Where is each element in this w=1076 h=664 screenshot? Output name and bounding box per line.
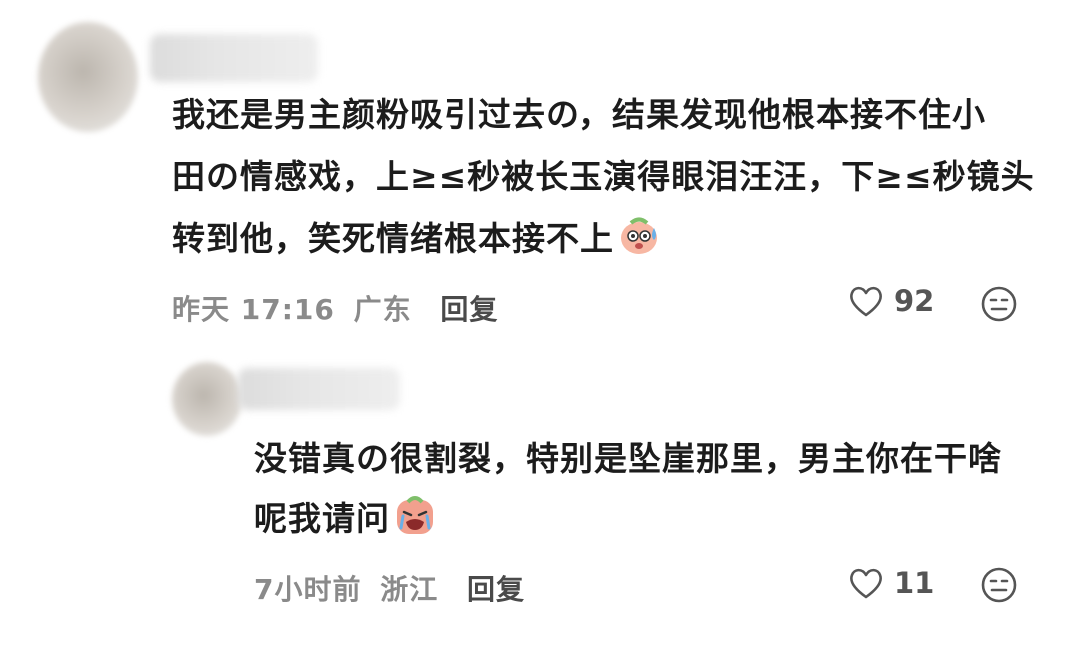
comment-text-line: 呢我请问 (254, 488, 436, 550)
comment-meta: 昨天 17:16 广东 回复 (172, 288, 498, 328)
comment-text-line: 转到他，笑死情绪根本接不上 (172, 208, 660, 270)
comment-text-line: 我还是男主颜粉吸引过去の，结果发现他根本接不住小 (172, 95, 987, 134)
timestamp: 昨天 17:16 (172, 293, 335, 326)
location: 广东 (353, 293, 412, 326)
comment-text-span: 呢我请问 (254, 499, 390, 538)
comment-text-line: 田の情感戏，上≥≤秒被长玉演得眼泪汪汪，下≥≤秒镜头 (172, 157, 1035, 196)
heart-outline-icon (850, 286, 882, 317)
like-button[interactable]: 11 (848, 566, 934, 600)
heart-outline-icon (850, 568, 882, 599)
comment-text-span: 转到他，笑死情绪根本接不上 (172, 219, 614, 258)
neutral-face-icon[interactable] (980, 285, 1018, 323)
location: 浙江 (380, 573, 439, 606)
like-count: 11 (894, 566, 935, 600)
sweat-face-emoji (621, 217, 657, 254)
like-button[interactable]: 92 (848, 284, 934, 318)
like-count: 92 (894, 284, 935, 318)
reply-button[interactable]: 回复 (467, 573, 525, 606)
reply-button[interactable]: 回复 (440, 293, 498, 326)
comment-text-line: 没错真の很割裂，特别是坠崖那里，男主你在干啥 (254, 439, 1002, 478)
crying-face-emoji (397, 496, 433, 534)
username[interactable] (150, 34, 318, 82)
timestamp: 7小时前 (254, 573, 362, 606)
avatar[interactable] (38, 22, 138, 132)
neutral-face-icon[interactable] (980, 566, 1018, 604)
username[interactable] (238, 368, 400, 410)
avatar[interactable] (172, 362, 242, 436)
comment-meta: 7小时前 浙江 回复 (254, 568, 525, 608)
